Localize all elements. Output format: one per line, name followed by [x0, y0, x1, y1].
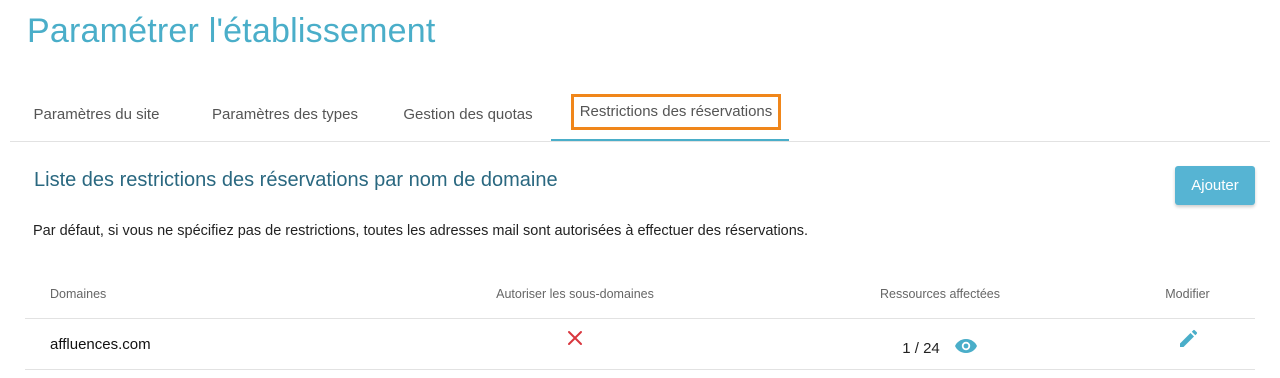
column-header-edit: Modifier: [1120, 270, 1255, 319]
description-text: Par défaut, si vous ne spécifiez pas de …: [33, 223, 809, 239]
tab-highlight-box: Restrictions des réservations: [571, 94, 781, 130]
tab-quota-management[interactable]: Gestion des quotas: [388, 92, 548, 140]
page-title: Paramétrer l'établissement: [27, 12, 436, 50]
resources-cell: 1 / 24: [760, 318, 1120, 370]
column-header-domains: Domaines: [25, 270, 390, 319]
close-icon: [567, 330, 583, 350]
tab-booking-restrictions-label: Restrictions des réservations: [579, 103, 773, 120]
tab-site-settings[interactable]: Paramètres du site: [10, 92, 183, 140]
table-header-row: Domaines Autoriser les sous-domaines Res…: [25, 270, 1255, 319]
add-button[interactable]: Ajouter: [1175, 166, 1255, 205]
section-title: Liste des restrictions des réservations …: [34, 169, 558, 191]
pencil-icon[interactable]: [1178, 329, 1198, 353]
edit-cell: [1120, 318, 1255, 370]
tab-booking-restrictions[interactable]: Restrictions des réservations: [551, 92, 789, 141]
column-header-resources: Ressources affectées: [760, 270, 1120, 319]
tab-bar: Paramètres du site Paramètres des types …: [10, 92, 1270, 142]
eye-icon[interactable]: [954, 338, 978, 358]
table-row: affluences.com 1 / 24: [25, 318, 1255, 370]
restrictions-table: Domaines Autoriser les sous-domaines Res…: [25, 270, 1255, 370]
column-header-subdomains: Autoriser les sous-domaines: [390, 270, 760, 319]
tab-type-settings[interactable]: Paramètres des types: [194, 92, 376, 140]
domain-cell: affluences.com: [25, 318, 390, 370]
resources-count: 1 / 24: [902, 339, 940, 357]
subdomains-cell: [390, 318, 760, 370]
